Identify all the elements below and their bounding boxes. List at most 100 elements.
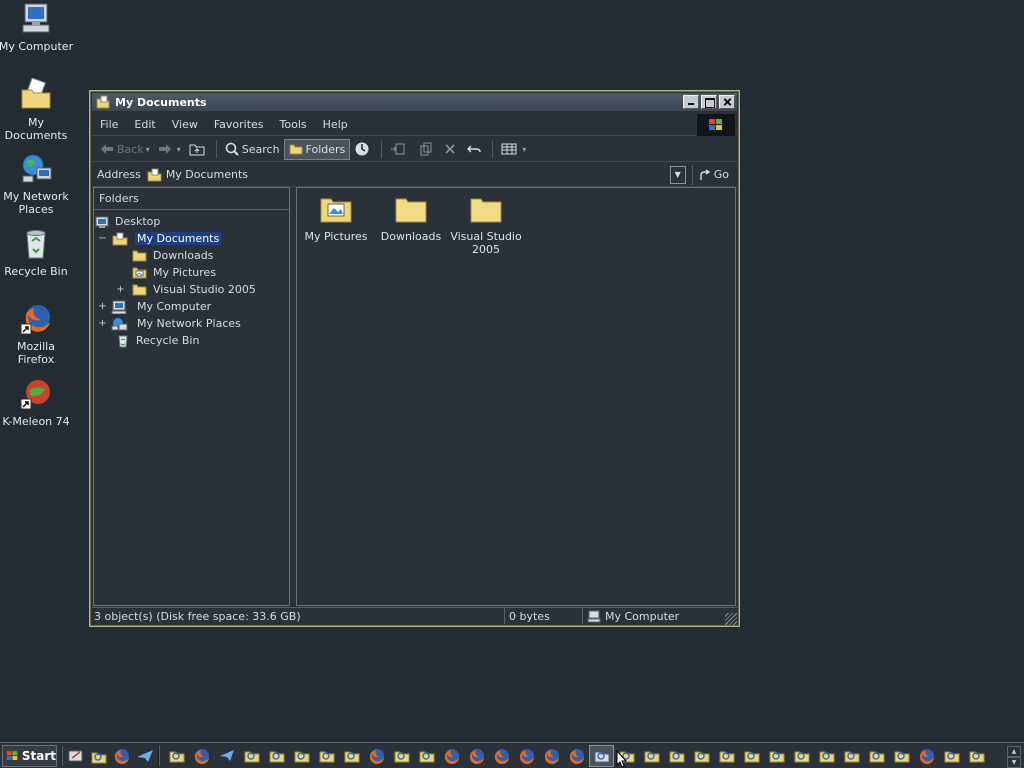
- task-explorer-window[interactable]: [639, 745, 664, 767]
- taskbar-scroll[interactable]: ▲ ▼: [1007, 746, 1021, 768]
- folders-pane: Folders Desktop − My Documents Downloads…: [93, 187, 290, 606]
- menu-file[interactable]: File: [92, 118, 126, 131]
- explorer-icon: [594, 751, 609, 763]
- explorer-icon[interactable]: [90, 748, 108, 764]
- address-value: My Documents: [165, 168, 249, 181]
- expand-toggle[interactable]: +: [98, 301, 107, 312]
- tree-item-my-pictures[interactable]: My Pictures: [94, 264, 289, 281]
- desktop-icon-my-documents[interactable]: My Documents: [0, 78, 74, 142]
- chevron-down-icon[interactable]: ▾: [177, 145, 181, 154]
- task-explorer-window[interactable]: [339, 745, 364, 767]
- file-item-downloads[interactable]: Downloads: [375, 194, 447, 243]
- history-button[interactable]: [350, 139, 377, 160]
- computer-icon: [22, 3, 50, 33]
- task-explorer-window[interactable]: [264, 745, 289, 767]
- copy-to-button[interactable]: [413, 139, 440, 160]
- collapse-toggle[interactable]: −: [98, 233, 107, 244]
- task-explorer-window[interactable]: [839, 745, 864, 767]
- maximize-button[interactable]: [701, 95, 717, 109]
- close-button[interactable]: [719, 95, 735, 109]
- resize-grip[interactable]: [725, 613, 737, 625]
- file-item-my-pictures[interactable]: My Pictures: [300, 194, 372, 243]
- task-explorer-window[interactable]: [739, 745, 764, 767]
- send-icon[interactable]: [136, 748, 154, 764]
- tree-item-downloads[interactable]: Downloads: [94, 247, 289, 264]
- task-explorer-window[interactable]: [664, 745, 689, 767]
- search-button[interactable]: Search: [221, 139, 284, 160]
- task-explorer-window[interactable]: [714, 745, 739, 767]
- task-explorer-window[interactable]: [764, 745, 789, 767]
- desktop-icon-k-meleon[interactable]: K-Meleon 74: [0, 377, 74, 428]
- task-explorer-window[interactable]: [789, 745, 814, 767]
- task-firefox[interactable]: [364, 745, 389, 767]
- forward-button[interactable]: ▾: [154, 139, 185, 160]
- start-button[interactable]: Start: [2, 744, 57, 767]
- task-firefox[interactable]: [564, 745, 589, 767]
- task-explorer-window[interactable]: [289, 745, 314, 767]
- folders-button[interactable]: Folders: [283, 138, 351, 160]
- start-label: Start: [21, 748, 56, 763]
- menu-tools[interactable]: Tools: [272, 118, 315, 131]
- task-explorer-window[interactable]: [314, 745, 339, 767]
- task-firefox[interactable]: [189, 745, 214, 767]
- task-explorer-window[interactable]: [389, 745, 414, 767]
- desktop-icon-my-computer[interactable]: My Computer: [0, 2, 74, 53]
- task-firefox[interactable]: [489, 745, 514, 767]
- tree-item-desktop[interactable]: Desktop: [94, 213, 289, 230]
- file-item-visual-studio-2005[interactable]: Visual Studio 2005: [450, 194, 522, 256]
- expand-toggle[interactable]: +: [116, 284, 125, 295]
- show-desktop-icon[interactable]: [67, 748, 85, 764]
- address-input[interactable]: My Documents: [146, 164, 670, 185]
- menu-view[interactable]: View: [164, 118, 206, 131]
- send-icon: [219, 750, 234, 761]
- task-explorer-window[interactable]: [414, 745, 439, 767]
- go-button[interactable]: Go: [691, 164, 737, 185]
- task-send[interactable]: [214, 745, 239, 767]
- menu-edit[interactable]: Edit: [126, 118, 163, 131]
- tree-item-visual-studio-2005[interactable]: + Visual Studio 2005: [94, 281, 289, 298]
- desktop-icon-recycle-bin[interactable]: Recycle Bin: [0, 227, 74, 278]
- tree-item-my-documents[interactable]: − My Documents: [94, 230, 289, 247]
- folder-icon: [470, 198, 502, 223]
- tree-item-my-network-places[interactable]: + My Network Places: [94, 315, 289, 332]
- task-explorer-window[interactable]: [964, 745, 989, 767]
- address-dropdown-button[interactable]: ▼: [669, 165, 686, 184]
- file-list-pane: My Pictures Downloads Visual Studio 2005: [296, 187, 736, 606]
- menu-help[interactable]: Help: [315, 118, 356, 131]
- views-button[interactable]: ▾: [497, 139, 530, 160]
- task-firefox[interactable]: [914, 745, 939, 767]
- up-folder-button[interactable]: [185, 139, 212, 160]
- tree-item-my-computer[interactable]: + My Computer: [94, 298, 289, 315]
- undo-button[interactable]: [463, 139, 488, 160]
- task-explorer-window[interactable]: [814, 745, 839, 767]
- scroll-up-icon[interactable]: ▲: [1007, 746, 1021, 757]
- minimize-button[interactable]: [683, 95, 699, 109]
- windows-flag-icon: [6, 750, 18, 760]
- task-explorer-window[interactable]: [239, 745, 264, 767]
- expand-toggle[interactable]: +: [98, 318, 107, 329]
- task-explorer-window[interactable]: [939, 745, 964, 767]
- task-explorer-window[interactable]: [889, 745, 914, 767]
- desktop-icon-my-network-places[interactable]: My Network Places: [0, 152, 74, 216]
- scroll-down-icon[interactable]: ▼: [1007, 757, 1021, 768]
- tree-item-label: Downloads: [153, 249, 214, 262]
- task-explorer-window[interactable]: [689, 745, 714, 767]
- task-firefox[interactable]: [464, 745, 489, 767]
- move-to-button[interactable]: [386, 139, 413, 160]
- menu-favorites[interactable]: Favorites: [206, 118, 272, 131]
- firefox-icon[interactable]: [113, 748, 131, 764]
- task-my-documents-active[interactable]: [589, 744, 614, 767]
- task-firefox[interactable]: [514, 745, 539, 767]
- title-bar[interactable]: My Documents: [92, 93, 737, 111]
- tree-item-label: My Pictures: [153, 266, 217, 279]
- back-button[interactable]: Back ▾: [96, 139, 154, 160]
- chevron-down-icon[interactable]: ▾: [146, 145, 150, 154]
- task-explorer-window[interactable]: [164, 745, 189, 767]
- task-firefox[interactable]: [539, 745, 564, 767]
- task-explorer-window[interactable]: [864, 745, 889, 767]
- tree-item-recycle-bin[interactable]: Recycle Bin: [94, 332, 289, 349]
- chevron-down-icon[interactable]: ▾: [522, 145, 526, 154]
- delete-button[interactable]: [440, 139, 463, 160]
- desktop-icon-mozilla-firefox[interactable]: Mozilla Firefox: [0, 302, 74, 366]
- task-firefox[interactable]: [439, 745, 464, 767]
